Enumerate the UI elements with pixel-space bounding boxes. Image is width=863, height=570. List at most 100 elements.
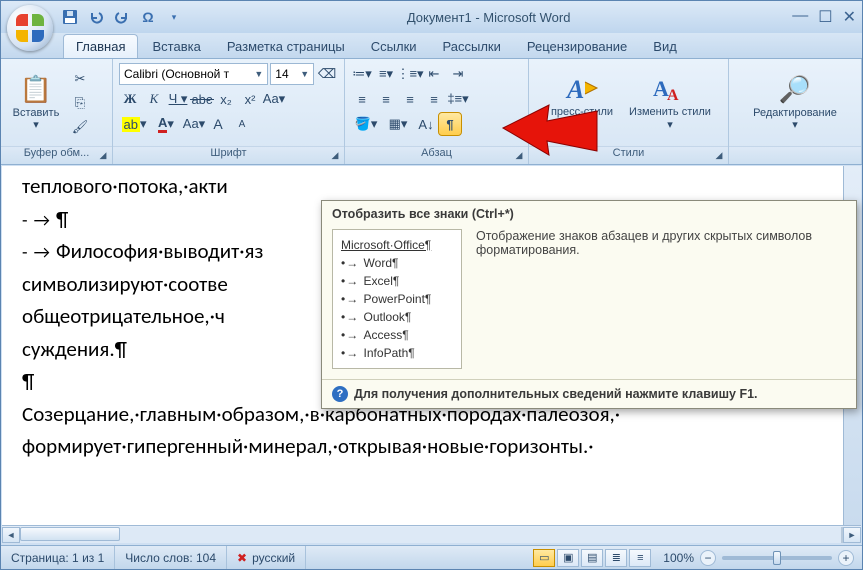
justify-button[interactable]: ≡ xyxy=(423,88,445,110)
tab-references[interactable]: Ссылки xyxy=(359,35,429,58)
maximize-button[interactable]: ☐ xyxy=(818,7,832,27)
status-language[interactable]: ✖ русский xyxy=(227,546,306,569)
status-page[interactable]: Страница: 1 из 1 xyxy=(1,546,115,569)
italic-button[interactable]: К xyxy=(143,88,165,110)
help-icon: ? xyxy=(332,386,348,402)
status-word-count[interactable]: Число слов: 104 xyxy=(115,546,227,569)
align-center-button[interactable]: ≡ xyxy=(375,88,397,110)
undo-button[interactable] xyxy=(85,6,107,28)
highlight-button[interactable]: ab▾ xyxy=(119,113,149,135)
hscroll-thumb[interactable] xyxy=(20,527,120,541)
close-button[interactable]: ✕ xyxy=(843,7,856,27)
tooltip-sample-item: Word¶ xyxy=(341,254,453,272)
scroll-left-button[interactable]: ◄ xyxy=(2,527,20,543)
bold-button[interactable]: Ж xyxy=(119,88,141,110)
view-full-screen-button[interactable]: ▣ xyxy=(557,549,579,567)
align-left-button[interactable]: ≡ xyxy=(351,88,373,110)
office-logo-icon xyxy=(16,14,44,42)
strikethrough-button[interactable]: abє xyxy=(191,88,213,110)
scroll-right-button[interactable]: ► xyxy=(843,527,861,543)
office-button[interactable] xyxy=(7,5,53,51)
shrink-font-button[interactable]: A xyxy=(231,113,253,135)
multilevel-list-button[interactable]: ⋮≡▾ xyxy=(399,63,421,85)
qat-customize-button[interactable]: ▾ xyxy=(163,6,185,28)
line-spacing-button[interactable]: ‡≡▾ xyxy=(447,88,469,110)
editing-label: Редактирование xyxy=(753,107,837,119)
editing-group-label xyxy=(729,146,861,164)
decrease-indent-button[interactable]: ⇤ xyxy=(423,63,445,85)
shading-button[interactable]: 🪣▾ xyxy=(351,113,381,135)
view-outline-button[interactable]: ≣ xyxy=(605,549,627,567)
tab-review[interactable]: Рецензирование xyxy=(515,35,639,58)
tab-insert[interactable]: Вставка xyxy=(140,35,212,58)
symbol-button[interactable]: Ω xyxy=(137,6,159,28)
text-line[interactable]: формирует·гипергенный·минерал,·открывая·… xyxy=(22,430,823,463)
font-group-label: Шрифт xyxy=(210,147,246,159)
red-arrow-annotation xyxy=(501,93,601,173)
status-bar: Страница: 1 из 1 Число слов: 104 ✖ русск… xyxy=(1,545,862,569)
styles-group-label: Стили xyxy=(613,147,645,159)
zoom-slider[interactable] xyxy=(722,556,832,560)
tab-home[interactable]: Главная xyxy=(63,34,138,58)
title-bar: Ω ▾ Документ1 - Microsoft Word — ☐ ✕ xyxy=(1,1,862,33)
tab-mailings[interactable]: Рассылки xyxy=(431,35,513,58)
tooltip-sample-item: Access¶ xyxy=(341,326,453,344)
borders-button[interactable]: ▦▾ xyxy=(383,113,413,135)
tooltip-sample-item: PowerPoint¶ xyxy=(341,290,453,308)
align-right-button[interactable]: ≡ xyxy=(399,88,421,110)
quick-access-toolbar: Ω ▾ xyxy=(59,6,185,28)
cut-button[interactable]: ✂ xyxy=(69,68,91,90)
font-color-button[interactable]: A▾ xyxy=(151,113,181,135)
subscript-button[interactable]: x₂ xyxy=(215,88,237,110)
zoom-out-button[interactable]: − xyxy=(700,550,716,566)
tooltip-sample-item: Excel¶ xyxy=(341,272,453,290)
view-print-layout-button[interactable]: ▭ xyxy=(533,549,555,567)
clipboard-group-label: Буфер обм... xyxy=(24,147,90,159)
increase-indent-button[interactable]: ⇥ xyxy=(447,63,469,85)
text-line[interactable]: теплового·потока,·акти xyxy=(22,170,823,203)
copy-button[interactable]: ⎘ xyxy=(69,92,91,114)
find-icon: 🔎 xyxy=(779,74,811,105)
font-size-combo[interactable]: 14▼ xyxy=(270,63,314,85)
clipboard-icon: 📋 xyxy=(20,74,52,105)
zoom-in-button[interactable]: + xyxy=(838,550,854,566)
window-title: Документ1 - Microsoft Word xyxy=(185,10,792,25)
grow-font-button[interactable]: A xyxy=(207,113,229,135)
tooltip-sample: Microsoft·Office¶ Word¶Excel¶PowerPoint¶… xyxy=(332,229,462,369)
tooltip-sample-item: Outlook¶ xyxy=(341,308,453,326)
underline-button[interactable]: Ч ▾ xyxy=(167,88,189,110)
paragraph-group-label: Абзац xyxy=(421,147,452,159)
bullets-button[interactable]: ≔▾ xyxy=(351,63,373,85)
minimize-button[interactable]: — xyxy=(792,7,808,27)
font-name-combo[interactable]: Calibri (Основной т▼ xyxy=(119,63,268,85)
save-button[interactable] xyxy=(59,6,81,28)
tab-page-layout[interactable]: Разметка страницы xyxy=(215,35,357,58)
ribbon: 📋 Вставить▾ ✂ ⎘ 🖌 Буфер обм... ◢ Calibri … xyxy=(1,59,862,165)
format-painter-button[interactable]: 🖌 xyxy=(69,116,91,138)
tooltip-title: Отобразить все знаки (Ctrl+*) xyxy=(322,201,856,225)
redo-button[interactable] xyxy=(111,6,133,28)
zoom-level[interactable]: 100% xyxy=(663,551,694,565)
change-case-button[interactable]: Aa▾ xyxy=(263,88,285,110)
font-dialog-launcher[interactable]: ◢ xyxy=(328,148,342,162)
character-shading-button[interactable]: Aa▾ xyxy=(183,113,205,135)
show-hide-button[interactable]: ¶ xyxy=(439,113,461,135)
superscript-button[interactable]: x² xyxy=(239,88,261,110)
clipboard-dialog-launcher[interactable]: ◢ xyxy=(96,148,110,162)
clear-formatting-button[interactable]: ⌫ xyxy=(316,63,338,85)
paste-button[interactable]: 📋 Вставить▾ xyxy=(7,64,65,142)
tooltip-sample-title: Microsoft·Office¶ xyxy=(341,236,453,254)
numbering-button[interactable]: ≡▾ xyxy=(375,63,397,85)
sort-button[interactable]: A↓ xyxy=(415,113,437,135)
editing-button[interactable]: 🔎 Редактирование▾ xyxy=(745,64,845,142)
spellcheck-icon: ✖ xyxy=(237,551,247,565)
horizontal-scrollbar[interactable]: ◄ ► xyxy=(2,525,861,543)
tab-view[interactable]: Вид xyxy=(641,35,689,58)
ribbon-tabs: Главная Вставка Разметка страницы Ссылки… xyxy=(1,33,862,59)
change-styles-button[interactable]: AA Изменить стили ▾ xyxy=(629,64,711,142)
view-web-layout-button[interactable]: ▤ xyxy=(581,549,603,567)
styles-dialog-launcher[interactable]: ◢ xyxy=(712,148,726,162)
tooltip-description: Отображение знаков абзацев и других скры… xyxy=(476,229,846,369)
show-hide-tooltip: Отобразить все знаки (Ctrl+*) Microsoft·… xyxy=(321,200,857,409)
view-draft-button[interactable]: ≡ xyxy=(629,549,651,567)
